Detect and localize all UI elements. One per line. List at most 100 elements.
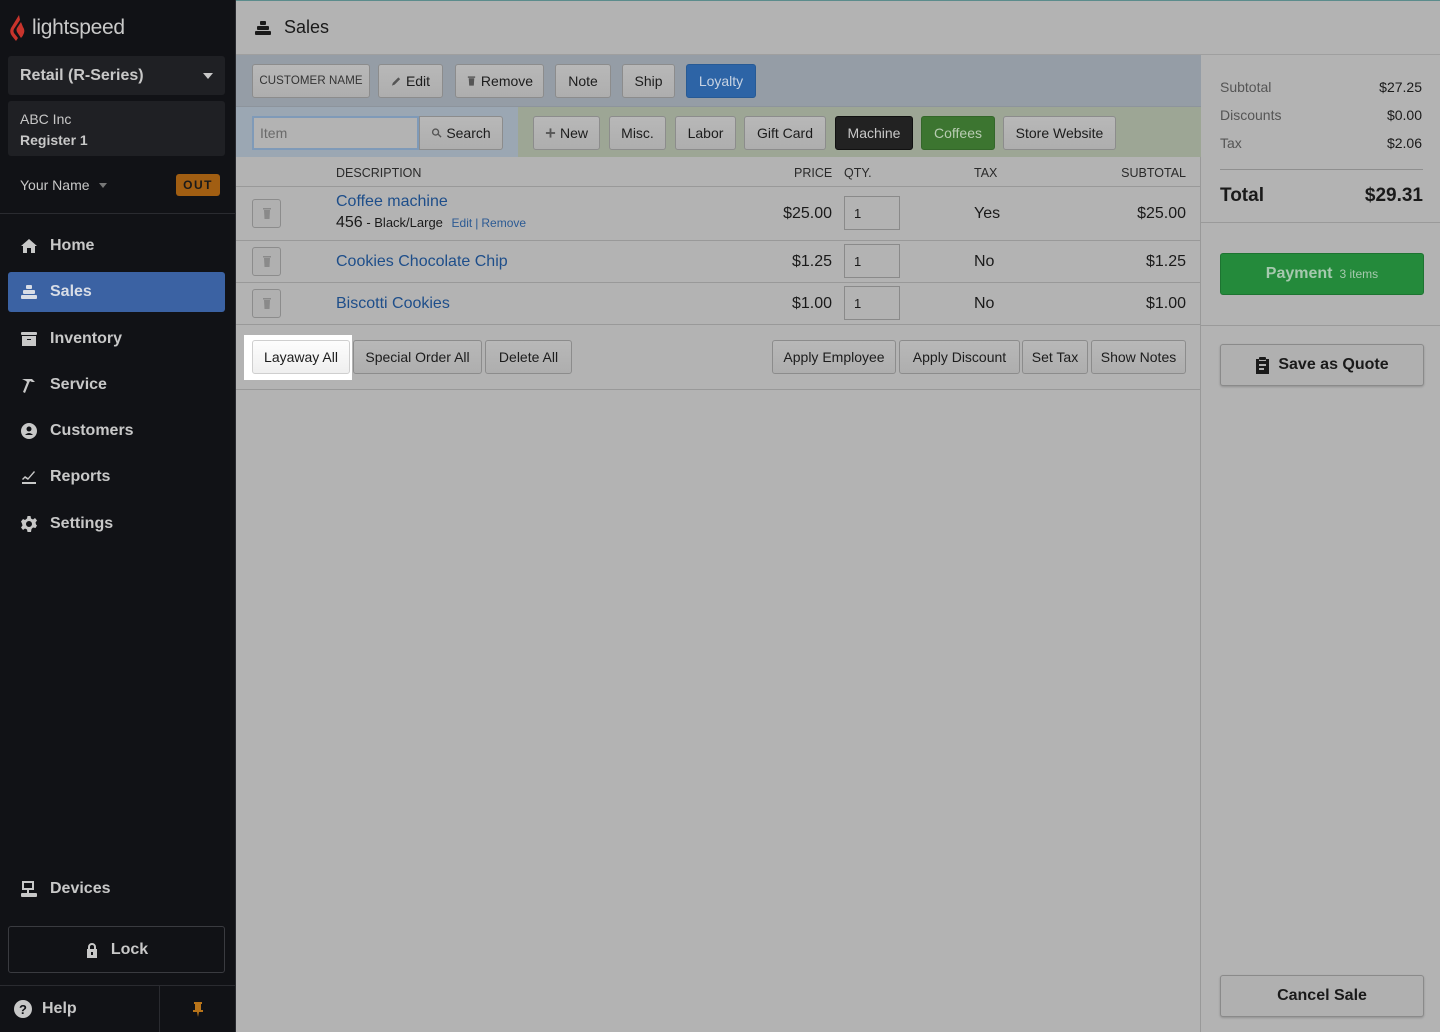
- show-notes-button[interactable]: Show Notes: [1091, 340, 1186, 374]
- sidebar-item-inventory[interactable]: Inventory: [8, 319, 225, 359]
- item-subtotal: $25.00: [1137, 205, 1186, 222]
- item-description-link[interactable]: Biscotti Cookies: [336, 295, 450, 313]
- edit-label: Edit: [405, 73, 431, 89]
- sidebar-item-sales[interactable]: Sales: [8, 272, 225, 313]
- divider: [0, 213, 236, 214]
- store-website-button[interactable]: Store Website: [1003, 116, 1116, 150]
- item-subtotal: $1.25: [1145, 253, 1186, 270]
- home-icon: [20, 237, 38, 255]
- coffees-button[interactable]: Coffees: [921, 116, 995, 150]
- special-order-all-button[interactable]: Special Order All: [353, 340, 482, 374]
- sidebar-item-devices[interactable]: Devices: [20, 880, 111, 898]
- sidebar-item-settings[interactable]: Settings: [8, 504, 225, 544]
- delete-line-button[interactable]: [252, 247, 281, 276]
- chart-line-icon: [20, 468, 38, 486]
- page-header: Sales: [236, 0, 1440, 55]
- new-item-button[interactable]: New: [533, 116, 600, 150]
- column-price: PRICE: [794, 166, 833, 180]
- loyalty-button[interactable]: Loyalty: [686, 64, 756, 98]
- search-button[interactable]: Search: [419, 116, 503, 150]
- line-items-header: DESCRIPTION PRICE QTY. TAX SUBTOTAL: [236, 157, 1201, 187]
- devices-label: Devices: [50, 880, 111, 897]
- layaway-all-button[interactable]: Layaway All: [252, 340, 350, 374]
- edit-item-link[interactable]: Edit: [452, 216, 473, 230]
- plus-icon: [545, 128, 556, 138]
- sale-actions: Layaway All Special Order All Delete All…: [236, 325, 1201, 390]
- trash-icon: [262, 298, 271, 309]
- pin-sidebar-button[interactable]: [160, 986, 236, 1032]
- sidebar-item-label: Settings: [50, 514, 114, 532]
- clock-out-badge[interactable]: OUT: [176, 174, 220, 196]
- column-subtotal: SUBTOTAL: [1121, 166, 1186, 180]
- save-as-quote-label: Save as Quote: [1278, 356, 1389, 373]
- product-select-value: Retail (R-Series): [20, 66, 144, 84]
- quantity-input[interactable]: [844, 286, 900, 320]
- ship-button[interactable]: Ship: [622, 64, 675, 98]
- subtotal-label: Subtotal: [1220, 79, 1272, 95]
- item-description-link[interactable]: Coffee machine: [336, 193, 448, 211]
- item-search-input[interactable]: [252, 116, 419, 150]
- archive-box-icon: [20, 330, 38, 348]
- register-info[interactable]: ABC Inc Register 1: [8, 101, 225, 156]
- total-row: Total $29.31: [1220, 185, 1423, 207]
- sidebar-footer: ? Help: [0, 985, 236, 1032]
- lock-button[interactable]: Lock: [8, 926, 225, 973]
- remove-item-link[interactable]: Remove: [481, 216, 526, 230]
- item-tax[interactable]: No: [974, 295, 994, 313]
- pencil-icon: [391, 77, 401, 86]
- apply-discount-button[interactable]: Apply Discount: [899, 340, 1020, 374]
- sidebar-item-label: Reports: [50, 468, 111, 486]
- cancel-sale-button[interactable]: Cancel Sale: [1220, 975, 1424, 1017]
- payment-button[interactable]: Payment 3 items: [1220, 253, 1424, 295]
- misc-button[interactable]: Misc.: [609, 116, 666, 150]
- tax-label: Tax: [1220, 135, 1242, 151]
- labor-button[interactable]: Labor: [675, 116, 736, 150]
- sku-separator: -: [362, 215, 375, 230]
- customer-name-button[interactable]: CUSTOMER NAME: [252, 64, 370, 98]
- gift-card-button[interactable]: Gift Card: [744, 116, 826, 150]
- item-price[interactable]: $1.25: [792, 253, 832, 271]
- total-label: Total: [1220, 185, 1264, 206]
- edit-customer-button[interactable]: Edit: [378, 64, 443, 98]
- user-name: Your Name: [20, 177, 90, 193]
- sidebar-item-home[interactable]: Home: [8, 226, 225, 266]
- set-tax-button[interactable]: Set Tax: [1022, 340, 1088, 374]
- quantity-input[interactable]: [844, 196, 900, 230]
- sale-summary-panel: Subtotal $27.25 Discounts $0.00 Tax $2.0…: [1201, 55, 1440, 1032]
- delete-line-button[interactable]: [252, 289, 281, 318]
- subtotal-row: Subtotal $27.25: [1220, 79, 1422, 95]
- chevron-down-icon: [203, 72, 213, 79]
- machine-button[interactable]: Machine: [835, 116, 913, 150]
- subtotal-value: $27.25: [1379, 79, 1422, 95]
- item-tax[interactable]: No: [974, 253, 994, 271]
- computer-icon: [21, 881, 37, 897]
- sidebar-item-reports[interactable]: Reports: [8, 457, 225, 497]
- item-description-link[interactable]: Cookies Chocolate Chip: [336, 253, 508, 271]
- divider: [1201, 222, 1440, 223]
- sidebar-item-customers[interactable]: Customers: [8, 411, 225, 451]
- sidebar-item-service[interactable]: Service: [8, 365, 225, 405]
- apply-employee-button[interactable]: Apply Employee: [772, 340, 896, 374]
- remove-customer-button[interactable]: Remove: [455, 64, 544, 98]
- discounts-row: Discounts $0.00: [1220, 107, 1422, 123]
- lock-label: Lock: [110, 940, 149, 958]
- save-as-quote-button[interactable]: Save as Quote: [1220, 344, 1424, 386]
- question-circle-icon: ?: [14, 1000, 32, 1018]
- sidebar: lightspeed Retail (R-Series) ABC Inc Reg…: [0, 0, 236, 1032]
- hammer-icon: [20, 376, 38, 394]
- help-button[interactable]: ? Help: [0, 986, 160, 1032]
- delete-all-button[interactable]: Delete All: [485, 340, 572, 374]
- product-select[interactable]: Retail (R-Series): [8, 56, 225, 95]
- sidebar-item-label: Service: [50, 375, 107, 393]
- sidebar-item-label: Home: [50, 237, 95, 254]
- user-menu[interactable]: Your Name: [20, 177, 107, 193]
- brand-logo[interactable]: lightspeed: [8, 14, 125, 42]
- delete-line-button[interactable]: [252, 199, 281, 228]
- quantity-input[interactable]: [844, 244, 900, 278]
- note-button[interactable]: Note: [555, 64, 611, 98]
- item-price[interactable]: $25.00: [783, 205, 832, 223]
- trash-icon: [262, 208, 271, 219]
- item-tax[interactable]: Yes: [974, 205, 1000, 223]
- column-description: DESCRIPTION: [336, 166, 422, 180]
- item-price[interactable]: $1.00: [792, 295, 832, 313]
